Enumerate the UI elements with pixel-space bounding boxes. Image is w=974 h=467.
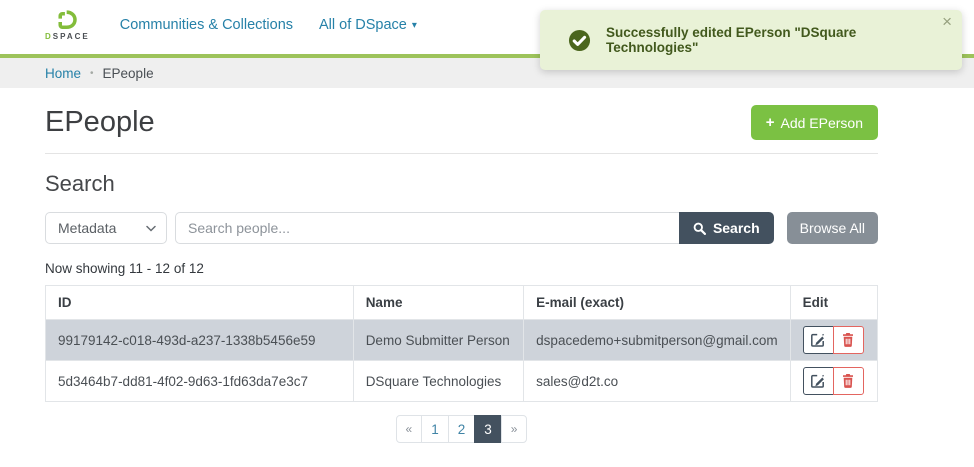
results-summary: Now showing 11 - 12 of 12	[45, 261, 878, 276]
breadcrumb-current: EPeople	[103, 66, 154, 81]
cell-id: 99179142-c018-493d-a237-1338b5456e59	[46, 320, 354, 361]
dspace-logo-icon	[54, 10, 81, 31]
breadcrumb-home-link[interactable]: Home	[45, 66, 81, 81]
search-heading: Search	[45, 171, 878, 197]
main-content: EPeople + Add EPerson Search Metadata Se…	[45, 88, 878, 443]
epeople-table: ID Name E-mail (exact) Edit 99179142-c01…	[45, 285, 878, 402]
breadcrumb-separator: •	[90, 68, 94, 79]
edit-icon	[811, 333, 825, 347]
edit-eperson-button[interactable]	[803, 367, 834, 395]
search-scope-select[interactable]: Metadata	[45, 212, 167, 244]
cell-email: sales@d2t.co	[524, 361, 790, 402]
select-chevron-icon	[146, 225, 156, 232]
nav-all-of-dspace-dropdown[interactable]: All of DSpace ▾	[319, 17, 417, 33]
pagination-page-2[interactable]: 2	[448, 415, 476, 443]
pagination-next[interactable]: »	[501, 415, 528, 443]
toast-message: Successfully edited EPerson "DSquare Tec…	[606, 25, 928, 55]
header-name: Name	[353, 286, 523, 320]
header-edit: Edit	[790, 286, 877, 320]
check-circle-icon	[568, 29, 591, 52]
page-title: EPeople	[45, 106, 155, 139]
table-row: 5d3464b7-dd81-4f02-9d63-1fd63da7e3c7 DSq…	[46, 361, 878, 402]
pagination-page-1[interactable]: 1	[421, 415, 449, 443]
header-email: E-mail (exact)	[524, 286, 790, 320]
table-header-row: ID Name E-mail (exact) Edit	[46, 286, 878, 320]
table-row: 99179142-c018-493d-a237-1338b5456e59 Dem…	[46, 320, 878, 361]
trash-icon	[842, 333, 854, 347]
dspace-logo-text: DSPACE	[45, 32, 90, 41]
toast-close-button[interactable]: ×	[942, 13, 952, 30]
cell-name: DSquare Technologies	[353, 361, 523, 402]
chevron-down-icon: ▾	[412, 20, 417, 31]
trash-icon	[842, 374, 854, 388]
pagination-page-3-active[interactable]: 3	[474, 415, 502, 443]
pagination-prev[interactable]: «	[396, 415, 423, 443]
cell-id: 5d3464b7-dd81-4f02-9d63-1fd63da7e3c7	[46, 361, 354, 402]
search-icon	[693, 222, 706, 235]
header-id: ID	[46, 286, 354, 320]
cell-edit	[790, 320, 877, 361]
edit-eperson-button[interactable]	[803, 326, 834, 354]
success-toast: Successfully edited EPerson "DSquare Tec…	[540, 10, 962, 70]
dspace-logo[interactable]: DSPACE	[45, 10, 90, 41]
search-button[interactable]: Search	[679, 212, 774, 244]
browse-all-button[interactable]: Browse All	[787, 212, 878, 244]
delete-eperson-button[interactable]	[833, 367, 864, 395]
title-divider	[45, 153, 878, 154]
nav-communities-collections[interactable]: Communities & Collections	[120, 17, 293, 33]
search-input[interactable]	[175, 212, 679, 244]
add-eperson-button[interactable]: + Add EPerson	[751, 105, 878, 140]
cell-edit	[790, 361, 877, 402]
pagination: « 1 2 3 »	[45, 415, 878, 443]
search-form: Metadata Search Browse All	[45, 212, 878, 244]
cell-email: dspacedemo+submitperson@gmail.com	[524, 320, 790, 361]
delete-eperson-button[interactable]	[833, 326, 864, 354]
cell-name: Demo Submitter Person	[353, 320, 523, 361]
edit-icon	[811, 374, 825, 388]
plus-icon: +	[766, 114, 775, 131]
